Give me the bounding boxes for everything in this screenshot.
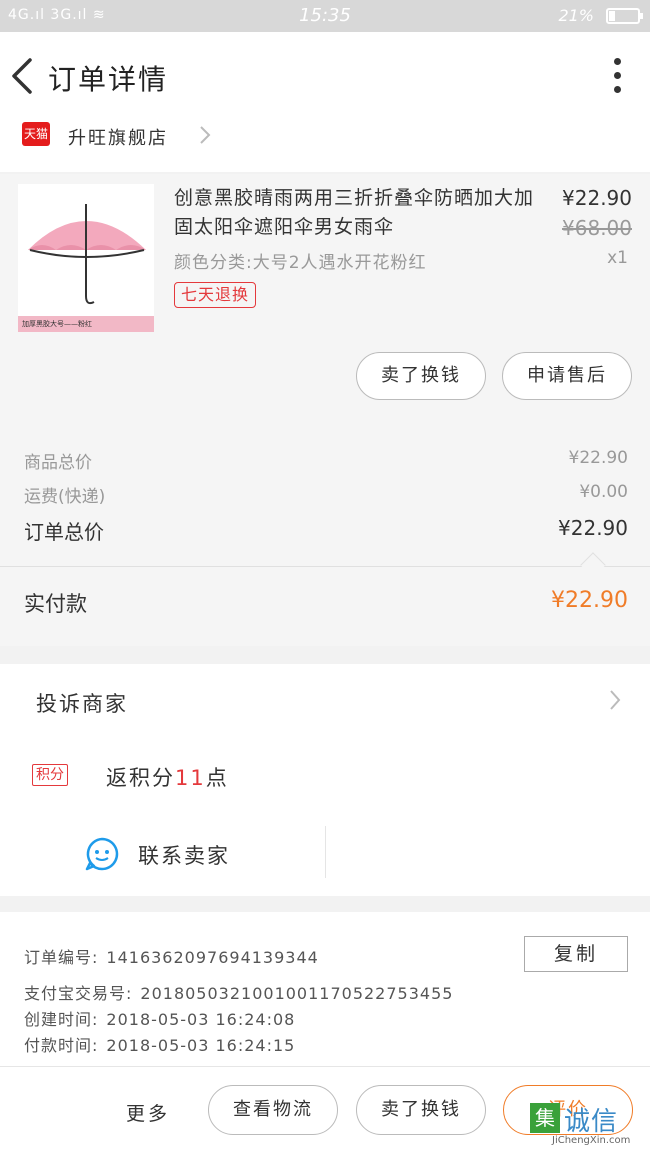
tmall-badge: 天猫 <box>22 122 50 146</box>
paid-time-label: 付款时间: <box>24 1036 99 1055</box>
order-number-row: 订单编号: 1416362097694139344 <box>24 944 319 968</box>
return-policy-tag: 七天退换 <box>174 282 257 308</box>
points-suffix: 点 <box>205 766 229 790</box>
points-reward: 返积分11点 <box>106 762 229 792</box>
chat-bubble-icon[interactable] <box>84 836 120 872</box>
contact-seller-button[interactable]: 联系卖家 <box>138 840 230 870</box>
order-info: 订单编号: 1416362097694139344 复制 支付宝交易号: 20180… <box>0 912 650 1066</box>
watermark-url: JiChengXin.com <box>552 1135 631 1146</box>
clock: 15:35 <box>299 5 351 26</box>
product-card: 加厚黑胶大号——粉红 创意黑胶晴雨两用三折折叠伞防晒加大加固太阳伞遮阳伞男女雨伞… <box>0 174 650 420</box>
product-name[interactable]: 创意黑胶晴雨两用三折折叠伞防晒加大加固太阳伞遮阳伞男女雨伞 <box>174 184 540 242</box>
points-prefix: 返积分 <box>106 766 175 790</box>
back-arrow-icon[interactable] <box>6 56 40 96</box>
order-number: 1416362097694139344 <box>106 948 319 967</box>
status-bar: 4G.ıl 3G.ıl ≋ 15:35 21% <box>0 0 650 32</box>
created-time-label: 创建时间: <box>24 1010 99 1029</box>
battery-fill <box>609 11 616 21</box>
view-logistics-button[interactable]: 查看物流 <box>208 1085 338 1135</box>
original-price: ¥68.00 <box>562 216 632 240</box>
created-time-row: 创建时间: 2018-05-03 16:24:08 <box>24 1006 295 1030</box>
battery-percent: 21% <box>558 6 594 25</box>
created-time: 2018-05-03 16:24:08 <box>106 1010 296 1029</box>
shipping-label: 运费(快递) <box>24 487 106 507</box>
product-image[interactable]: 加厚黑胶大号——粉红 <box>18 184 154 332</box>
chevron-right-icon[interactable] <box>608 688 622 712</box>
alipay-number-row: 支付宝交易号: 2018050321001001170522753455 <box>24 980 453 1004</box>
app-header: 订单详情 <box>0 32 650 120</box>
paid-label: 实付款 <box>24 592 87 616</box>
product-spec: 颜色分类:大号2人遇水开花粉红 <box>174 253 427 273</box>
paid-time-row: 付款时间: 2018-05-03 16:24:15 <box>24 1032 295 1056</box>
points-value: 11 <box>175 766 206 790</box>
divider-notch <box>580 552 606 578</box>
paid-time: 2018-05-03 16:24:15 <box>106 1036 296 1055</box>
shipping-row: 运费(快递) ¥0.00 <box>24 482 628 507</box>
after-sales-button[interactable]: 申请售后 <box>502 352 632 400</box>
shop-name: 升旺旗舰店 <box>68 128 168 149</box>
goods-total-row: 商品总价 ¥22.90 <box>24 448 628 473</box>
copy-button[interactable]: 复制 <box>524 936 628 972</box>
alipay-number: 2018050321001001170522753455 <box>140 984 454 1003</box>
goods-total-value: ¥22.90 <box>568 448 628 468</box>
order-total-label: 订单总价 <box>24 520 104 544</box>
sell-button[interactable]: 卖了换钱 <box>356 352 486 400</box>
chevron-right-icon <box>200 126 211 144</box>
sell-button[interactable]: 卖了换钱 <box>356 1085 486 1135</box>
order-number-label: 订单编号: <box>24 948 99 967</box>
product-price: ¥22.90 <box>562 186 632 210</box>
image-caption: 加厚黑胶大号——粉红 <box>18 316 154 332</box>
order-total-value: ¥22.90 <box>558 516 628 540</box>
more-button[interactable]: 更多 <box>126 1099 170 1126</box>
battery-icon <box>606 8 643 24</box>
order-total-row: 订单总价 ¥22.90 <box>24 516 628 545</box>
alipay-number-label: 支付宝交易号: <box>24 984 133 1003</box>
shop-row[interactable]: 天猫 升旺旗舰店 <box>0 120 650 172</box>
complain-seller-button[interactable]: 投诉商家 <box>36 688 128 718</box>
order-totals: 商品总价 ¥22.90 运费(快递) ¥0.00 订单总价 ¥22.90 实付款… <box>0 420 650 646</box>
watermark-text: 诚信 <box>564 1107 619 1137</box>
shipping-value: ¥0.00 <box>579 482 628 502</box>
watermark-mark: 集 <box>530 1103 560 1133</box>
actions-panel: 投诉商家 积分 返积分11点 联系卖家 <box>0 664 650 896</box>
goods-total-label: 商品总价 <box>24 453 92 473</box>
page-title: 订单详情 <box>48 63 169 96</box>
product-quantity: x1 <box>607 248 628 268</box>
umbrella-image <box>28 204 146 305</box>
watermark-logo: 集 诚信 JiChengXin.com <box>530 1099 642 1149</box>
divider <box>0 566 650 567</box>
points-badge: 积分 <box>32 764 68 786</box>
paid-value: ¥22.90 <box>551 588 628 613</box>
more-options-icon[interactable] <box>612 58 622 98</box>
divider <box>325 826 326 878</box>
